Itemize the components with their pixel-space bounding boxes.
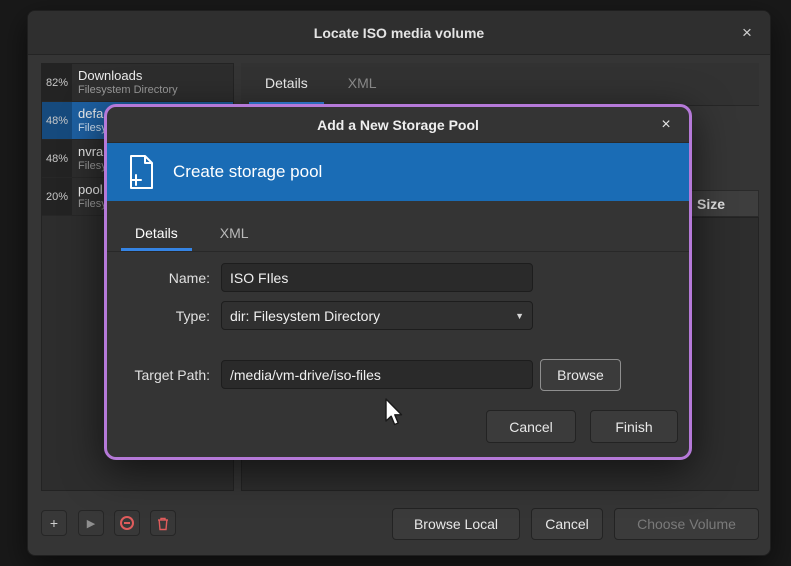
dialog-banner-title: Create storage pool xyxy=(173,162,322,182)
pool-usage-badge: 82% xyxy=(42,64,72,101)
play-icon: ▶ xyxy=(87,517,95,530)
window-title: Locate ISO media volume xyxy=(314,25,484,41)
pool-subtitle: Filesystem Directory xyxy=(78,84,178,97)
pool-list-item[interactable]: 82% Downloads Filesystem Directory xyxy=(42,64,233,102)
choose-volume-button[interactable]: Choose Volume xyxy=(614,508,759,540)
window-titlebar[interactable]: Locate ISO media volume × xyxy=(28,11,770,55)
dialog-cancel-button[interactable]: Cancel xyxy=(486,410,576,443)
type-label: Type: xyxy=(107,301,210,331)
name-input[interactable] xyxy=(221,263,533,292)
pool-name: Downloads xyxy=(78,68,178,84)
pool-usage-badge: 20% xyxy=(42,178,72,215)
pool-usage-badge: 48% xyxy=(42,102,72,139)
plus-icon: + xyxy=(50,515,58,531)
pool-name: nvra xyxy=(78,144,107,160)
start-pool-button[interactable]: ▶ xyxy=(78,510,104,536)
pool-subtitle: Filesy xyxy=(78,198,107,211)
browse-local-button[interactable]: Browse Local xyxy=(392,508,520,540)
dialog-titlebar[interactable]: Add a New Storage Pool xyxy=(107,107,689,143)
chevron-down-icon: ▼ xyxy=(515,311,524,321)
dialog-tabbar: Details XML xyxy=(107,201,689,252)
pool-subtitle: Filesy xyxy=(78,160,107,173)
dialog-tab-xml[interactable]: XML xyxy=(206,217,263,251)
tab-details[interactable]: Details xyxy=(249,63,324,105)
column-header-size[interactable]: Size xyxy=(697,196,725,212)
dialog-finish-button[interactable]: Finish xyxy=(590,410,678,443)
type-dropdown-value: dir: Filesystem Directory xyxy=(230,308,380,324)
dialog-banner: Create storage pool xyxy=(107,143,689,201)
pool-name: defa xyxy=(78,106,107,122)
add-pool-button[interactable]: + xyxy=(41,510,67,536)
window-close-button[interactable]: × xyxy=(734,20,760,46)
dialog-close-button[interactable]: × xyxy=(653,112,679,138)
add-storage-pool-dialog: Add a New Storage Pool × Create storage … xyxy=(104,104,692,460)
target-path-label: Target Path: xyxy=(107,360,210,390)
tab-xml[interactable]: XML xyxy=(332,63,393,105)
stop-icon xyxy=(120,516,134,530)
new-document-icon xyxy=(123,153,159,191)
dialog-tab-details[interactable]: Details xyxy=(121,217,192,251)
type-dropdown[interactable]: dir: Filesystem Directory ▼ xyxy=(221,301,533,330)
pool-subtitle: Filesy xyxy=(78,122,107,135)
browse-button[interactable]: Browse xyxy=(540,359,621,391)
name-label: Name: xyxy=(107,263,210,293)
cancel-button[interactable]: Cancel xyxy=(531,508,603,540)
dialog-title: Add a New Storage Pool xyxy=(317,117,479,133)
target-path-input[interactable] xyxy=(221,360,533,389)
trash-icon xyxy=(156,516,170,531)
pool-name: pool xyxy=(78,182,107,198)
pool-usage-badge: 48% xyxy=(42,140,72,177)
stop-pool-button[interactable] xyxy=(114,510,140,536)
pool-detail-tabbar: Details XML xyxy=(241,63,759,106)
delete-pool-button[interactable] xyxy=(150,510,176,536)
